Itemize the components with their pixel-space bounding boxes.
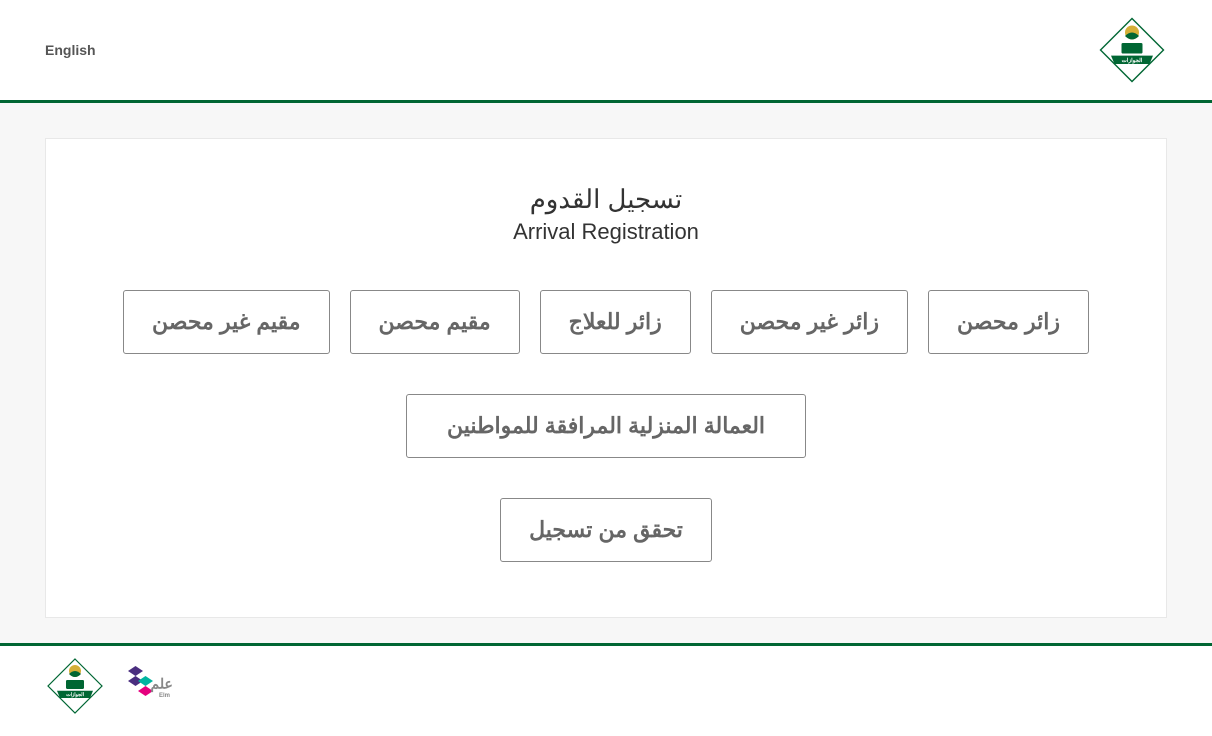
svg-text:الجوازات: الجوازات — [1122, 57, 1143, 64]
page-title-ar: تسجيل القدوم — [86, 184, 1126, 215]
main-content: تسجيل القدوم Arrival Registration زائر م… — [0, 103, 1212, 643]
secondary-options-row: العمالة المنزلية المرافقة للمواطنين — [86, 394, 1126, 458]
registration-card: تسجيل القدوم Arrival Registration زائر م… — [45, 138, 1167, 618]
verify-registration-button[interactable]: تحقق من تسجيل — [500, 498, 712, 562]
language-toggle-link[interactable]: English — [45, 42, 96, 58]
elm-logo-icon: علم Elm — [123, 661, 183, 711]
svg-text:علم: علم — [151, 676, 173, 693]
page-title-en: Arrival Registration — [86, 219, 1126, 245]
unvaccinated-visitor-button[interactable]: زائر غير محصن — [711, 290, 908, 354]
jawazat-footer-logo-icon: الجوازات — [45, 656, 105, 716]
medical-visitor-button[interactable]: زائر للعلاج — [540, 290, 691, 354]
header: English الجوازات — [0, 0, 1212, 100]
jawazat-logo-icon: الجوازات — [1097, 15, 1167, 85]
vaccinated-visitor-button[interactable]: زائر محصن — [928, 290, 1089, 354]
svg-text:الجوازات: الجوازات — [66, 692, 85, 698]
svg-text:Elm: Elm — [159, 693, 170, 699]
footer: الجوازات علم Elm — [0, 646, 1212, 736]
vaccinated-resident-button[interactable]: مقيم محصن — [350, 290, 520, 354]
verify-row: تحقق من تسجيل — [86, 498, 1126, 562]
domestic-worker-button[interactable]: العمالة المنزلية المرافقة للمواطنين — [406, 394, 806, 458]
unvaccinated-resident-button[interactable]: مقيم غير محصن — [123, 290, 330, 354]
primary-options-row: زائر محصن زائر غير محصن زائر للعلاج مقيم… — [86, 290, 1126, 354]
